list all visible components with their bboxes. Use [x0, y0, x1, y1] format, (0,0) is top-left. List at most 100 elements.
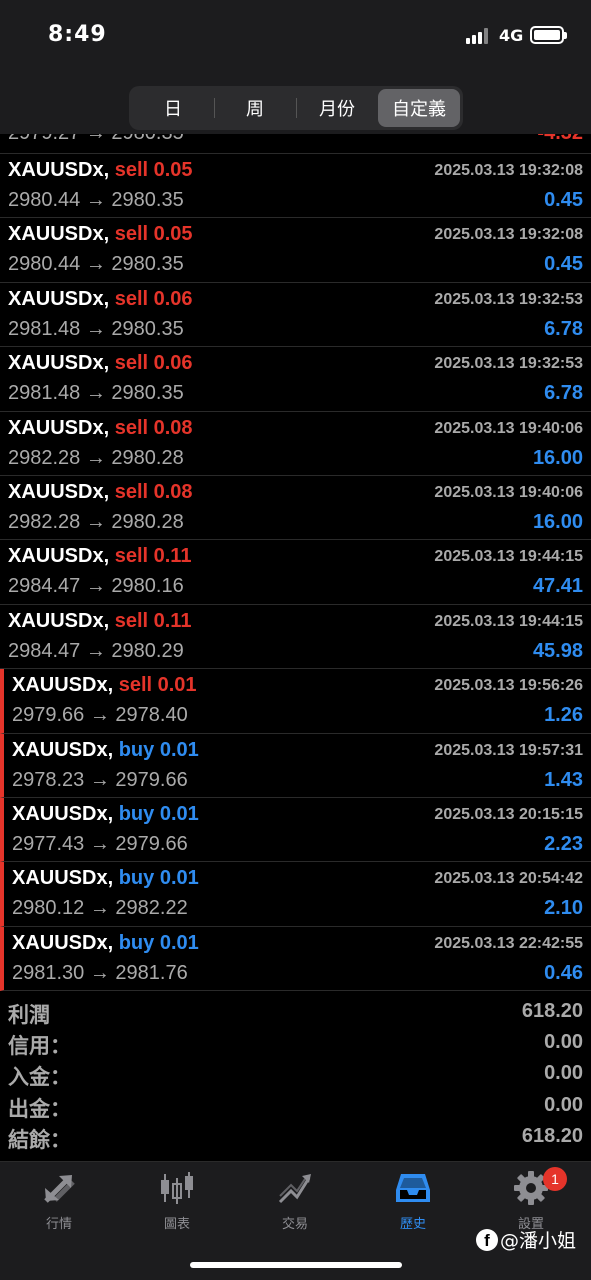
quotes-arrows-icon [44, 1175, 75, 1203]
trade-row[interactable]: XAUUSDx, sell 0.11 2025.03.13 19:44:15 298… [0, 540, 591, 605]
tab-quotes[interactable]: 行情 [0, 1162, 118, 1237]
trade-row[interactable]: XAUUSDx, sell 0.11 2025.03.13 19:44:15 298… [0, 605, 591, 670]
summary-label: 出金： [8, 1096, 71, 1121]
trade-row[interactable]: XAUUSDx, sell 0.08 2025.03.13 19:40:06 298… [0, 412, 591, 476]
trade-time: 2025.03.13 19:44:15 [434, 548, 583, 566]
trade-side: sell 0.05 [114, 159, 193, 181]
trade-prices: 2984.47 → 2980.16 [8, 575, 184, 598]
trade-title: XAUUSDx, buy 0.01 [12, 739, 199, 762]
trade-row[interactable]: XAUUSDx, sell 0.06 2025.03.13 19:32:53 298… [0, 283, 591, 348]
trade-title: XAUUSDx, sell 0.11 [8, 610, 191, 633]
status-time: 8:49 [48, 22, 107, 47]
trade-row[interactable]: XAUUSDx, buy 0.01 2025.03.13 19:57:31 2978… [0, 733, 591, 798]
trade-side: sell 0.01 [118, 674, 197, 697]
history-inbox-icon [396, 1174, 430, 1202]
candlestick-chart-icon [161, 1172, 193, 1204]
trade-profit: 16.00 [532, 510, 583, 533]
trade-symbol: XAUUSDx, [12, 674, 114, 697]
trade-profit: 45.98 [532, 639, 583, 662]
trade-time: 2025.03.13 19:56:26 [434, 677, 583, 695]
trade-title: XAUUSDx, sell 0.01 [12, 674, 197, 697]
trade-symbol: XAUUSDx, [8, 159, 110, 181]
trade-symbol: XAUUSDx, [12, 802, 114, 825]
trade-prices: 2979.66 → 2978.40 [12, 704, 188, 727]
trade-symbol: XAUUSDx, [12, 931, 114, 954]
trade-trend-icon [278, 1174, 311, 1204]
top-header: 8:49 4G 日 周 月份 自定義 [0, 0, 591, 134]
segment-custom[interactable]: 自定義 [378, 89, 460, 127]
trade-time: 2025.03.13 19:32:53 [434, 290, 583, 308]
trade-time: 2025.03.13 19:44:15 [434, 612, 583, 630]
summary-profit: 利潤 618.20 [0, 997, 591, 1028]
trade-title: XAUUSDx, sell 0.11 [8, 545, 191, 568]
trade-time: 2025.03.13 19:40:06 [434, 483, 583, 501]
trade-profit: 0.45 [544, 253, 583, 276]
summary-label: 結餘： [8, 1127, 71, 1152]
trade-side: sell 0.05 [114, 223, 193, 246]
tab-label: 行情 [45, 1217, 72, 1232]
trade-row[interactable]: XAUUSDx, sell 0.05 2025.03.13 19:32:08 298… [0, 154, 591, 219]
trade-profit: 1.43 [544, 768, 583, 791]
trade-profit: 0.46 [544, 961, 583, 984]
trade-side: sell 0.08 [114, 480, 193, 503]
segment-month[interactable]: 月份 [296, 89, 378, 127]
summary-label: 信用： [8, 1034, 71, 1059]
trade-side: sell 0.11 [114, 609, 192, 632]
trade-symbol: XAUUSDx, [8, 416, 110, 439]
trade-title: XAUUSDx, sell 0.05 [8, 159, 193, 182]
trade-row[interactable]: XAUUSDx, sell 0.06 2025.03.13 19:32:53 298… [0, 347, 591, 412]
trade-symbol: XAUUSDx, [8, 609, 110, 632]
trade-row[interactable]: XAUUSDx, sell 0.08 2025.03.13 19:40:06 298… [0, 476, 591, 541]
notification-badge: 1 [543, 1167, 567, 1191]
tab-trade[interactable]: 交易 [236, 1162, 354, 1237]
trade-prices: 2980.44 → 2980.35 [8, 253, 184, 276]
summary-deposit: 入金： 0.00 [0, 1059, 591, 1090]
battery-icon [530, 26, 567, 44]
trade-profit: 1.26 [544, 704, 583, 727]
trade-symbol: XAUUSDx, [12, 867, 114, 890]
trade-time: 2025.03.13 19:32:53 [434, 355, 583, 373]
account-summary: 利潤 618.20 信用： 0.00 入金： 0.00 出金： 0.00 結餘：… [0, 997, 591, 1153]
trade-time: 2025.03.13 19:57:31 [434, 741, 583, 759]
segment-day[interactable]: 日 [132, 89, 214, 127]
trade-prices: 2981.48 → 2980.35 [8, 382, 184, 405]
trade-title: XAUUSDx, sell 0.06 [8, 352, 193, 375]
trade-row[interactable]: XAUUSDx, sell 0.05 2025.03.13 19:32:08 298… [0, 218, 591, 283]
trade-title: XAUUSDx, sell 0.08 [8, 481, 193, 504]
summary-label: 入金： [8, 1065, 71, 1090]
tab-label: 交易 [281, 1217, 308, 1232]
summary-withdrawal: 出金： 0.00 [0, 1091, 591, 1122]
trade-profit: 47.41 [532, 575, 583, 598]
trade-side: buy 0.01 [118, 802, 199, 825]
summary-value: 0.00 [544, 1093, 583, 1116]
tab-history[interactable]: 歷史 [354, 1162, 472, 1237]
trade-symbol: XAUUSDx, [12, 738, 114, 761]
trade-history-list: 2979.27 → 2980.35 -4.32 XAUUSDx, sell 0.… [0, 122, 591, 992]
trade-row[interactable]: XAUUSDx, sell 0.01 2025.03.13 19:56:26 297… [0, 669, 591, 734]
trade-time: 2025.03.13 19:32:08 [434, 226, 583, 244]
trade-time: 2025.03.13 19:40:06 [434, 419, 583, 437]
segment-week[interactable]: 周 [214, 89, 296, 127]
summary-value: 618.20 [521, 1124, 583, 1147]
home-indicator[interactable] [190, 1262, 402, 1268]
period-segmented-control: 日 周 月份 自定義 [129, 86, 463, 130]
trade-row[interactable]: XAUUSDx, buy 0.01 2025.03.13 22:42:55 2981… [0, 926, 591, 992]
trade-row[interactable]: XAUUSDx, buy 0.01 2025.03.13 20:54:42 2980… [0, 862, 591, 927]
trade-prices: 2984.47 → 2980.29 [8, 639, 184, 662]
trade-side: buy 0.01 [118, 867, 199, 890]
watermark: f @潘小姐 [476, 1226, 576, 1253]
trade-symbol: XAUUSDx, [8, 223, 110, 246]
trade-side: buy 0.01 [118, 738, 199, 761]
trade-prices: 2980.12 → 2982.22 [12, 897, 188, 920]
trade-title: XAUUSDx, buy 0.01 [12, 932, 199, 955]
trade-title: XAUUSDx, sell 0.06 [8, 288, 193, 311]
trade-row[interactable]: XAUUSDx, buy 0.01 2025.03.13 20:15:15 2977… [0, 797, 591, 863]
tab-chart[interactable]: 圖表 [118, 1162, 236, 1237]
summary-balance: 結餘： 618.20 [0, 1122, 591, 1153]
trade-time: 2025.03.13 19:32:08 [434, 162, 583, 179]
trade-prices: 2982.28 → 2980.28 [8, 446, 184, 469]
trade-profit: 2.23 [544, 832, 583, 855]
trade-title: XAUUSDx, sell 0.08 [8, 417, 193, 440]
summary-value: 0.00 [544, 1031, 583, 1054]
trade-side: buy 0.01 [118, 931, 199, 954]
